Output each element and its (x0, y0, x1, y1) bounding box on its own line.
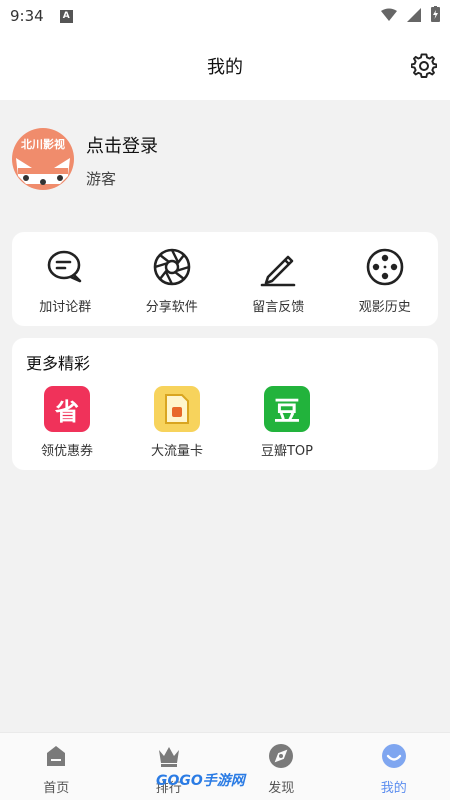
profile-section[interactable]: 北川影视 点击登录 游客 (0, 100, 450, 220)
avatar[interactable]: 北川影视 (12, 128, 74, 190)
coupon-item[interactable]: 省 领优惠券 (12, 386, 122, 459)
tab-home[interactable]: 首页 (0, 733, 113, 800)
home-icon (43, 743, 69, 769)
tab-mine[interactable]: 我的 (338, 733, 450, 800)
tool-label: 分享软件 (145, 300, 198, 315)
tool-label: 加讨论群 (39, 300, 92, 315)
watermark: GOGO手游网 (156, 773, 245, 789)
share-app-button[interactable]: 分享软件 (119, 232, 226, 326)
tools-card: 加讨论群 分享软件 留言反馈 观影历史 (12, 232, 438, 326)
tab-label: 发现 (268, 781, 295, 796)
feedback-button[interactable]: 留言反馈 (225, 232, 332, 326)
sim-card-icon (154, 386, 200, 432)
pencil-icon (257, 246, 299, 288)
coupon-icon: 省 (44, 386, 90, 432)
more-label: 领优惠券 (40, 444, 93, 459)
more-label: 豆瓣TOP (260, 444, 313, 459)
login-link[interactable]: 点击登录 (86, 132, 158, 158)
tab-label: 我的 (380, 781, 407, 796)
notification-icon: A (59, 9, 73, 23)
discover-icon (268, 743, 294, 769)
film-reel-icon (364, 246, 406, 288)
tool-label: 观影历史 (358, 300, 411, 315)
battery-icon (431, 6, 440, 26)
gear-icon (411, 53, 437, 78)
douban-top-item[interactable]: 豆 豆瓣TOP (232, 386, 342, 459)
wifi-icon (381, 7, 397, 26)
crown-icon (156, 743, 182, 769)
header: 我的 (0, 32, 450, 100)
history-button[interactable]: 观影历史 (332, 232, 439, 326)
username: 游客 (86, 170, 117, 188)
signal-icon (407, 7, 421, 26)
status-bar: 9:34 A (0, 0, 450, 32)
settings-button[interactable] (408, 50, 440, 82)
aperture-icon (151, 246, 193, 288)
douban-icon: 豆 (264, 386, 310, 432)
tool-label: 留言反馈 (252, 300, 305, 315)
chat-icon (44, 246, 86, 288)
smile-icon (381, 743, 407, 769)
tab-label: 首页 (43, 781, 70, 796)
status-time: 9:34 (10, 7, 44, 25)
more-label: 大流量卡 (150, 444, 203, 459)
more-card: 更多精彩 省 领优惠券 大流量卡 豆 豆瓣TOP (12, 338, 438, 470)
data-card-item[interactable]: 大流量卡 (122, 386, 232, 459)
page-title: 我的 (207, 57, 243, 78)
join-group-button[interactable]: 加讨论群 (12, 232, 119, 326)
section-title: 更多精彩 (26, 354, 91, 373)
